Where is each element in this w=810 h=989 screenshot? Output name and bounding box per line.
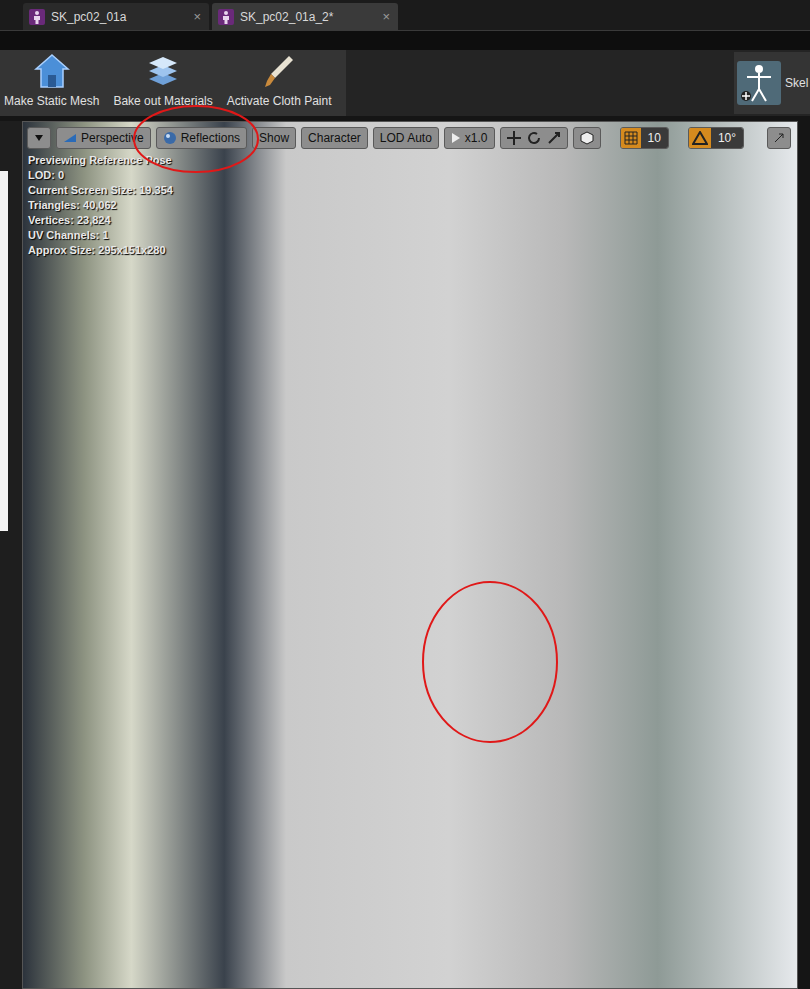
viewport-button-label: LOD Auto bbox=[380, 129, 432, 147]
viewport-toolbar: Perspective Reflections Show Character LOD A… bbox=[23, 122, 797, 149]
toolbar-button[interactable]: Activate Cloth Paint bbox=[227, 53, 332, 110]
close-tab-button[interactable]: × bbox=[380, 7, 392, 27]
toolbar-button-label: Make Static Mesh bbox=[4, 92, 99, 110]
skeletal-mesh-icon bbox=[29, 9, 45, 25]
materials-icon bbox=[145, 53, 181, 91]
stat-line: Approx Size: 295x151x280 bbox=[28, 243, 797, 258]
translate-icon bbox=[507, 131, 521, 145]
rotate-icon bbox=[527, 131, 541, 145]
stat-line: LOD: 0 bbox=[28, 168, 797, 183]
snap-value[interactable]: 10 bbox=[641, 128, 668, 148]
stat-line: UV Channels: 1 bbox=[28, 228, 797, 243]
skeleton-icon bbox=[737, 61, 781, 105]
maximize-icon bbox=[774, 133, 784, 143]
close-tab-button[interactable]: × bbox=[191, 7, 203, 27]
toolbar: Make Static Mesh Bake out Materials Activa… bbox=[0, 50, 810, 116]
viewport-button-label: Show bbox=[259, 129, 289, 147]
perspective-icon bbox=[63, 133, 77, 143]
skeleton-button[interactable]: Skel bbox=[734, 52, 810, 114]
maximize-button[interactable] bbox=[767, 127, 791, 149]
stat-line: Triangles: 40,062 bbox=[28, 198, 797, 213]
snap-value[interactable]: 10° bbox=[711, 128, 743, 148]
viewport-button[interactable]: LOD Auto bbox=[373, 127, 439, 149]
toolbar-button-label: Bake out Materials bbox=[113, 92, 212, 110]
play-icon bbox=[451, 132, 461, 144]
dropdown-arrow-icon bbox=[34, 134, 44, 142]
viewport-button[interactable]: Reflections bbox=[156, 127, 247, 149]
viewport-button[interactable]: Show bbox=[252, 127, 296, 149]
angle-snap[interactable]: 10° bbox=[688, 127, 744, 149]
viewport-button-label: Perspective bbox=[81, 129, 144, 147]
toolbar-button-label: Activate Cloth Paint bbox=[227, 92, 332, 110]
document-tab[interactable]: SK_pc02_01a × bbox=[23, 3, 209, 30]
tab-bar: SK_pc02_01a × SK_pc02_01a_2* × bbox=[0, 0, 810, 30]
stat-line: Previewing Reference Pose bbox=[28, 153, 797, 168]
viewport-button[interactable]: Character bbox=[301, 127, 368, 149]
stats-overlay: Previewing Reference PoseLOD: 0Current S… bbox=[23, 149, 797, 258]
grid-snap[interactable]: 10 bbox=[620, 127, 669, 149]
stat-line: Current Screen Size: 19.354 bbox=[28, 183, 797, 198]
angle-snap-toggle[interactable] bbox=[689, 128, 711, 148]
stat-line: Vertices: 23,824 bbox=[28, 213, 797, 228]
scale-icon bbox=[547, 131, 561, 145]
separator bbox=[0, 30, 810, 50]
panel-edge bbox=[0, 171, 8, 531]
skeletal-mesh-icon bbox=[218, 9, 234, 25]
toolbar-button[interactable]: Make Static Mesh bbox=[4, 53, 99, 110]
grid-snap-toggle[interactable] bbox=[621, 128, 641, 148]
static-mesh-icon bbox=[34, 53, 70, 91]
speed-label: x1.0 bbox=[465, 129, 488, 147]
options-dropdown[interactable] bbox=[27, 127, 51, 149]
annotations bbox=[0, 0, 810, 989]
tab-label: SK_pc02_01a bbox=[51, 8, 185, 26]
viewport-button-label: Character bbox=[308, 129, 361, 147]
play-speed-button[interactable]: x1.0 bbox=[444, 127, 495, 149]
viewport-button[interactable]: Perspective bbox=[56, 127, 151, 149]
angle-icon bbox=[692, 131, 708, 145]
sphere-icon bbox=[163, 131, 177, 145]
paint-brush-icon bbox=[261, 53, 297, 91]
toolbar-button[interactable]: Bake out Materials bbox=[113, 53, 212, 110]
grid-icon bbox=[624, 131, 638, 145]
main-area: Perspective Reflections Show Character LOD A… bbox=[0, 121, 810, 989]
skeleton-button-label: Skel bbox=[785, 74, 808, 92]
viewport-button-label: Reflections bbox=[181, 129, 240, 147]
transform-tools[interactable] bbox=[500, 127, 568, 149]
document-tab[interactable]: SK_pc02_01a_2* × bbox=[212, 3, 398, 30]
toolbar-group: Make Static Mesh Bake out Materials Activa… bbox=[0, 50, 346, 116]
viewport[interactable]: Perspective Reflections Show Character LOD A… bbox=[22, 121, 798, 989]
world-local-button[interactable] bbox=[573, 127, 601, 149]
tab-label: SK_pc02_01a_2* bbox=[240, 8, 374, 26]
cube-icon bbox=[580, 131, 594, 145]
side-panel bbox=[0, 121, 22, 989]
